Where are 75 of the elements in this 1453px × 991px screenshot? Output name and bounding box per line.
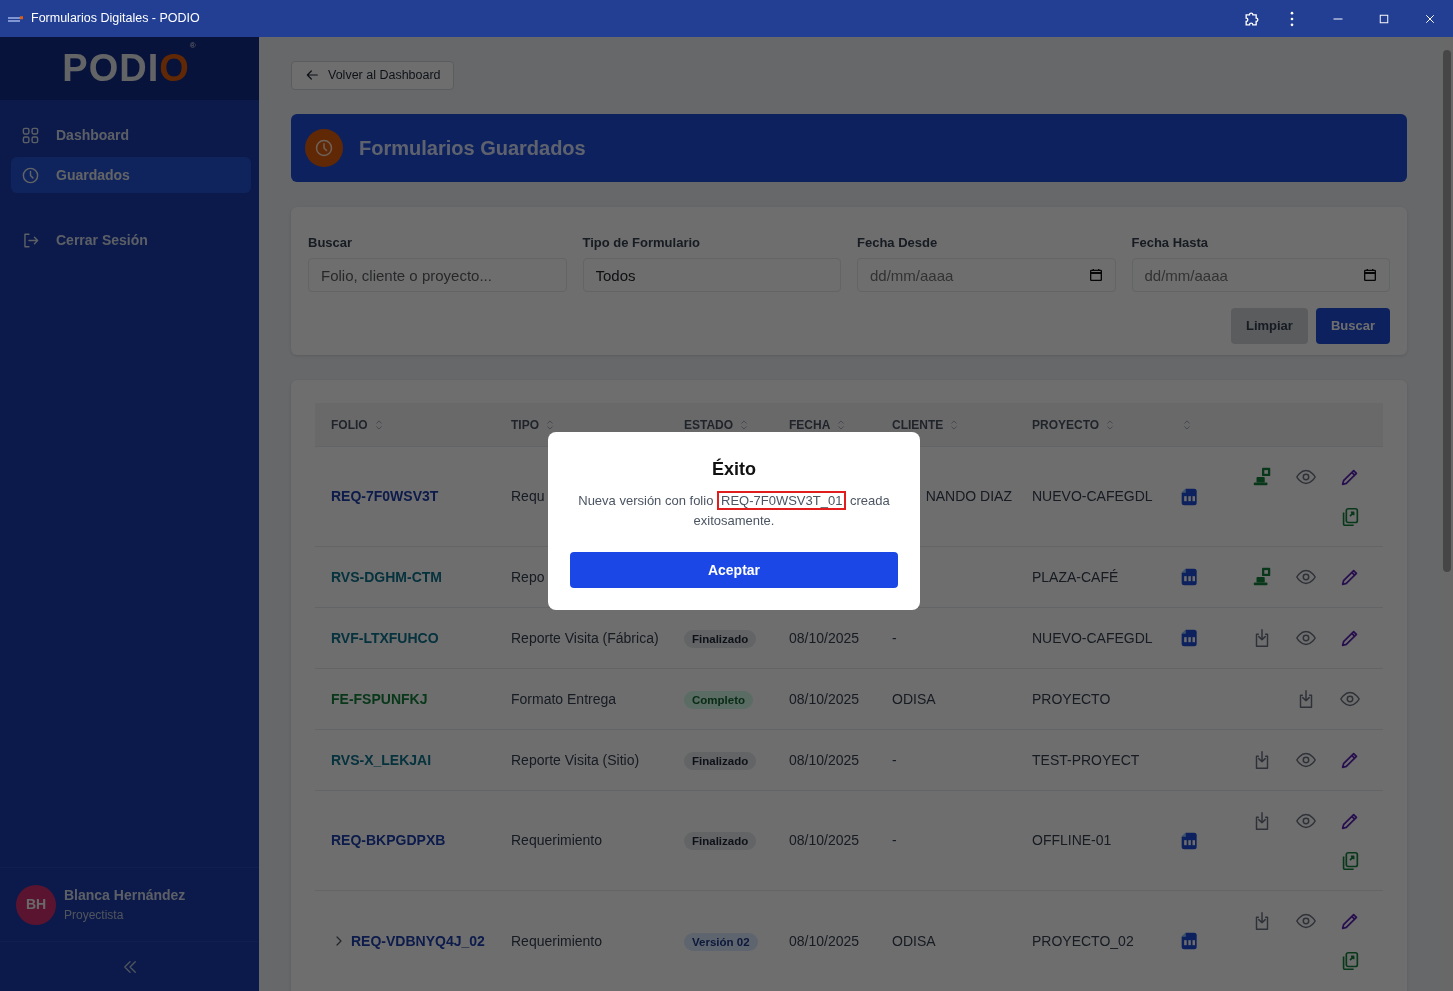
clock-icon (305, 128, 343, 167)
folio-link[interactable]: FE-FSPUNFKJ (331, 688, 428, 710)
column-header: TIPO (511, 416, 539, 434)
folio-link[interactable]: RVS-X_LEKJAI (331, 749, 432, 771)
table-cell: 08/10/2025 (789, 629, 860, 646)
table-cell: Requerimiento (511, 832, 603, 849)
table-cell: 08/10/2025 (789, 751, 860, 768)
table-cell: NUEVO-CAFEGDL (1032, 488, 1153, 505)
folio-link[interactable]: REQ-BKPGDPXB (331, 830, 446, 852)
accept-button[interactable]: Aceptar (570, 552, 898, 588)
table-cell: NANDO DIAZ (925, 488, 1012, 505)
table-cell: Reporte Visita (Sitio) (511, 751, 640, 768)
table-cell: 08/10/2025 (789, 832, 860, 849)
status-badge: Versión 02 (684, 932, 758, 951)
dialog-title: Éxito (711, 457, 757, 481)
table-cell: ODISA (892, 690, 936, 707)
select-field[interactable]: Todos (582, 258, 841, 293)
column-header: FECHA (789, 416, 831, 434)
status-badge: Finalizado (684, 751, 757, 770)
column-header: CLIENTE (892, 416, 944, 434)
search-field[interactable]: Folio, cliente o proyecto... (308, 258, 567, 293)
folio-link[interactable]: REQ-7F0WSV3T (331, 486, 439, 508)
column-header: ESTADO (684, 416, 734, 434)
table-cell: PROYECTO (1032, 690, 1111, 707)
table-cell: ODISA (892, 932, 936, 949)
status-badge: Finalizado (684, 629, 757, 648)
logout-link[interactable]: Cerrar Sesión (11, 222, 251, 258)
date-field[interactable]: dd/mm/aaaa (1131, 258, 1390, 293)
status-badge: Finalizado (684, 832, 757, 851)
pdf-icon[interactable] (1180, 930, 1200, 952)
folio-link[interactable]: RVF-LTXFUHCO (331, 627, 439, 649)
table-cell: - (892, 832, 897, 849)
table-cell: NUEVO-CAFEGDL (1032, 629, 1153, 646)
field-label: Tipo de Formulario (582, 233, 701, 252)
calendar-icon[interactable] (1362, 267, 1378, 284)
table-cell: Formato Entrega (511, 690, 617, 707)
scrollbar-thumb[interactable] (1443, 50, 1451, 572)
field-label: Fecha Hasta (1131, 233, 1210, 252)
table-cell: TEST-PROYECT (1032, 751, 1140, 768)
table-cell: Requerimiento (511, 932, 603, 949)
nav-item[interactable]: Guardados (11, 157, 251, 193)
table-cell: Reporte Visita (Fábrica) (511, 629, 659, 646)
user-name: Blanca Hernández (64, 886, 186, 905)
dialog-message: Nueva versión con folio REQ-7F0WSV3T_01 creada exitosamente. (577, 491, 891, 530)
table-cell: 08/10/2025 (789, 690, 860, 707)
grid-icon (21, 125, 40, 145)
user-role: Proyectista (64, 907, 125, 924)
folio-link[interactable]: RVS-DGHM-CTM (331, 566, 442, 588)
avatar: BH (16, 884, 56, 925)
back-button[interactable]: Volver al Dashboard (291, 61, 454, 90)
logout-icon (21, 230, 40, 250)
table-cell: - (892, 629, 897, 646)
clock-icon (21, 165, 40, 185)
date-field[interactable]: dd/mm/aaaa (857, 258, 1116, 293)
nav-item[interactable]: Dashboard (11, 117, 251, 153)
logo: PODIO ® (62, 40, 197, 91)
table-cell: Requ (511, 488, 545, 505)
field-label: Fecha Desde (857, 233, 939, 252)
page-title: Formularios Guardados (359, 135, 586, 161)
status-badge: Completo (684, 690, 754, 709)
column-header: FOLIO (331, 416, 368, 434)
search-button[interactable]: Buscar (1315, 308, 1390, 344)
table-cell: OFFLINE-01 (1032, 832, 1112, 849)
calendar-icon[interactable] (1087, 267, 1104, 284)
table-cell: 08/10/2025 (789, 932, 860, 949)
folio-link[interactable]: REQ-VDBNYQ4J_02 (351, 930, 485, 952)
field-label: Buscar (308, 233, 354, 252)
window-title: Formularios Digitales - PODIO (31, 10, 201, 28)
table-cell: Repo (511, 568, 545, 585)
table-cell: - (892, 751, 897, 768)
table-cell: PLAZA-CAFÉ (1032, 568, 1119, 585)
table-cell: PROYECTO_02 (1032, 932, 1134, 949)
devices-icon[interactable] (1251, 465, 1273, 488)
column-header: PROYECTO (1032, 416, 1100, 434)
app-icon (8, 15, 23, 22)
